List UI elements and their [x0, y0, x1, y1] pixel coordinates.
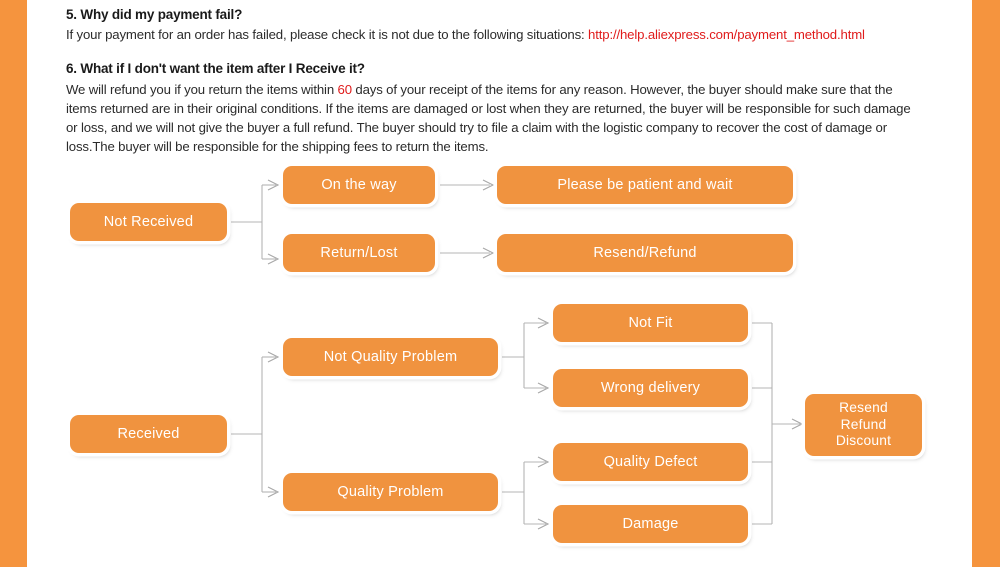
node-quality-problem[interactable]: Quality Problem	[283, 473, 498, 511]
node-received[interactable]: Received	[70, 415, 227, 453]
flowchart-received-connectors	[231, 317, 804, 530]
node-not-quality-problem[interactable]: Not Quality Problem	[283, 338, 498, 376]
node-quality-defect[interactable]: Quality Defect	[553, 443, 748, 481]
refund-line: Refund	[840, 416, 887, 432]
node-wrong-delivery[interactable]: Wrong delivery	[553, 369, 748, 407]
page-root: 5. Why did my payment fail? If your paym…	[0, 0, 1000, 567]
resend-line: Resend	[839, 399, 888, 415]
node-not-fit[interactable]: Not Fit	[553, 304, 748, 342]
discount-line: Discount	[835, 433, 892, 449]
node-damage[interactable]: Damage	[553, 505, 748, 543]
node-resend-refund-discount[interactable]: Resend Refund Discount	[805, 394, 922, 456]
bottom-cut-off-text	[66, 560, 706, 567]
